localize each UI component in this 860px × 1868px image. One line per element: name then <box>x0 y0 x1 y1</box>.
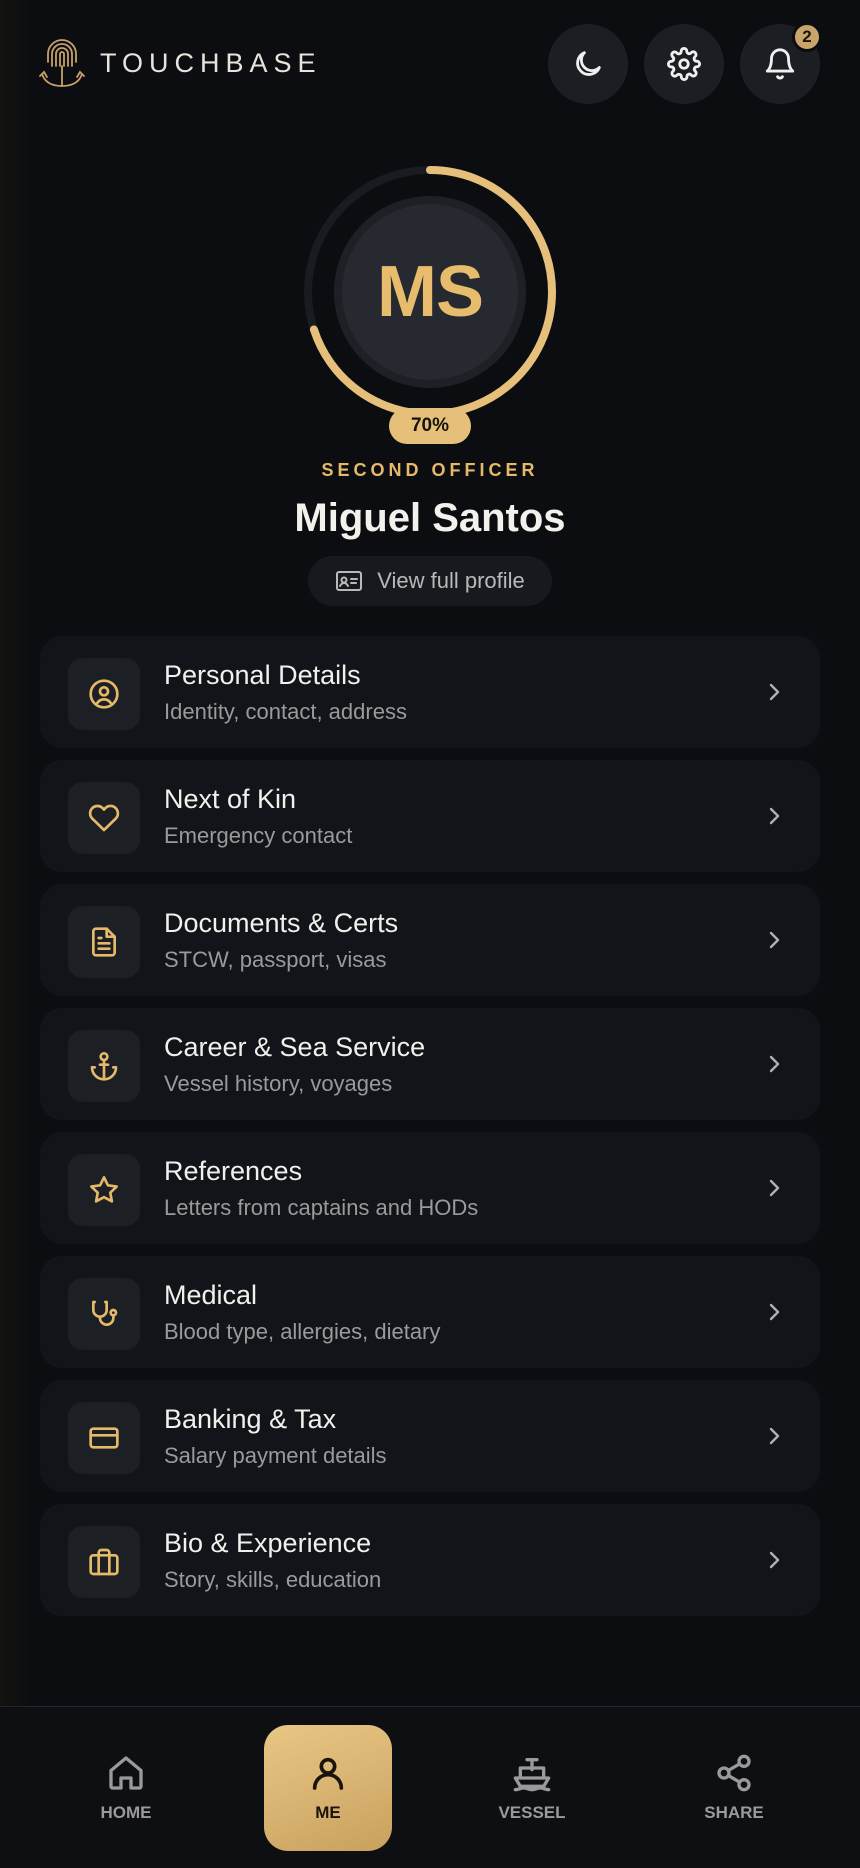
document-icon <box>92 927 116 957</box>
chevron-right-icon <box>769 931 780 949</box>
menu-item-subtitle: Vessel history, voyages <box>164 1071 393 1096</box>
menu-item-title: Personal Details <box>164 660 361 690</box>
nav-item-me[interactable]: ME <box>264 1725 392 1851</box>
view-full-profile-button[interactable]: View full profile <box>308 556 552 606</box>
stethoscope-icon <box>92 1300 118 1326</box>
dark-mode-button[interactable] <box>548 24 628 104</box>
avatar[interactable]: MS <box>342 204 518 380</box>
notifications-button[interactable]: 2 <box>740 22 822 104</box>
avatar-initials: MS <box>377 252 484 332</box>
credit-card-icon <box>89 1427 119 1449</box>
menu-item-title: Banking & Tax <box>164 1404 337 1434</box>
chevron-right-icon <box>769 1303 780 1321</box>
nav-item-home[interactable]: HOME <box>62 1725 190 1851</box>
chevron-right-icon <box>769 1427 780 1445</box>
user-icon <box>312 1757 344 1790</box>
menu-item-subtitle: STCW, passport, visas <box>164 947 387 972</box>
menu-item-title: References <box>164 1156 303 1186</box>
user-name: Miguel Santos <box>294 496 566 540</box>
briefcase-icon <box>89 1548 119 1576</box>
menu-item-career-sea-service[interactable]: Career & Sea Service Vessel history, voy… <box>40 1008 820 1120</box>
profile-menu: Personal Details Identity, contact, addr… <box>40 636 820 1628</box>
chevron-right-icon <box>769 1179 780 1197</box>
nav-item-share[interactable]: SHARE <box>670 1725 798 1851</box>
menu-item-title: Next of Kin <box>164 784 297 814</box>
profile-avatar-section: MS 70% <box>300 162 560 444</box>
menu-item-subtitle: Blood type, allergies, dietary <box>164 1319 441 1344</box>
menu-item-medical[interactable]: Medical Blood type, allergies, dietary <box>40 1256 820 1368</box>
chevron-right-icon <box>769 1055 780 1073</box>
star-icon <box>90 1176 118 1203</box>
menu-item-title: Documents & Certs <box>164 908 399 938</box>
settings-button[interactable] <box>644 24 724 104</box>
chevron-right-icon <box>769 1551 780 1569</box>
brand-logo[interactable]: TOUCHBASE <box>38 36 322 90</box>
nav-item-label: ME <box>315 1803 341 1822</box>
menu-item-subtitle: Letters from captains and HODs <box>164 1195 479 1220</box>
anchor-icon <box>90 1052 118 1081</box>
menu-item-bio-experience[interactable]: Bio & Experience Story, skills, educatio… <box>40 1504 820 1616</box>
app-header: TOUCHBASE 2 <box>0 0 860 130</box>
heart-icon <box>88 804 120 832</box>
view-full-profile-label: View full profile <box>377 568 525 593</box>
menu-item-personal-details[interactable]: Personal Details Identity, contact, addr… <box>40 636 820 748</box>
moon-icon <box>576 51 601 76</box>
chevron-right-icon <box>769 807 780 825</box>
fingerprint-anchor-icon <box>39 39 85 87</box>
menu-item-subtitle: Identity, contact, address <box>164 699 407 724</box>
menu-item-subtitle: Story, skills, education <box>164 1567 382 1592</box>
brand-name: TOUCHBASE <box>100 47 322 78</box>
share-icon <box>717 1754 751 1792</box>
user-circle-icon <box>89 679 119 709</box>
nav-item-label: HOME <box>100 1803 152 1822</box>
nav-item-label: VESSEL <box>498 1803 566 1822</box>
menu-item-title: Bio & Experience <box>164 1528 372 1558</box>
user-role: SECOND OFFICER <box>321 460 539 480</box>
menu-item-next-of-kin[interactable]: Next of Kin Emergency contact <box>40 760 820 872</box>
menu-item-title: Career & Sea Service <box>164 1032 426 1062</box>
menu-item-subtitle: Salary payment details <box>164 1443 387 1468</box>
menu-item-references[interactable]: References Letters from captains and HOD… <box>40 1132 820 1244</box>
menu-item-documents-certs[interactable]: Documents & Certs STCW, passport, visas <box>40 884 820 996</box>
ship-icon <box>513 1758 551 1792</box>
menu-item-banking-tax[interactable]: Banking & Tax Salary payment details <box>40 1380 820 1492</box>
home-icon <box>109 1756 143 1790</box>
bell-icon <box>765 48 795 80</box>
nav-item-label: SHARE <box>704 1803 764 1822</box>
notification-count-badge: 2 <box>792 22 822 52</box>
id-card-icon <box>336 571 363 591</box>
gear-icon <box>667 47 701 81</box>
menu-item-title: Medical <box>164 1280 258 1310</box>
profile-completion-badge: 70% <box>389 408 471 444</box>
menu-item-subtitle: Emergency contact <box>164 823 353 848</box>
nav-item-vessel[interactable]: VESSEL <box>468 1725 596 1851</box>
bottom-navigation: HOME ME VESSEL SHARE <box>0 1706 860 1868</box>
chevron-right-icon <box>769 683 780 701</box>
